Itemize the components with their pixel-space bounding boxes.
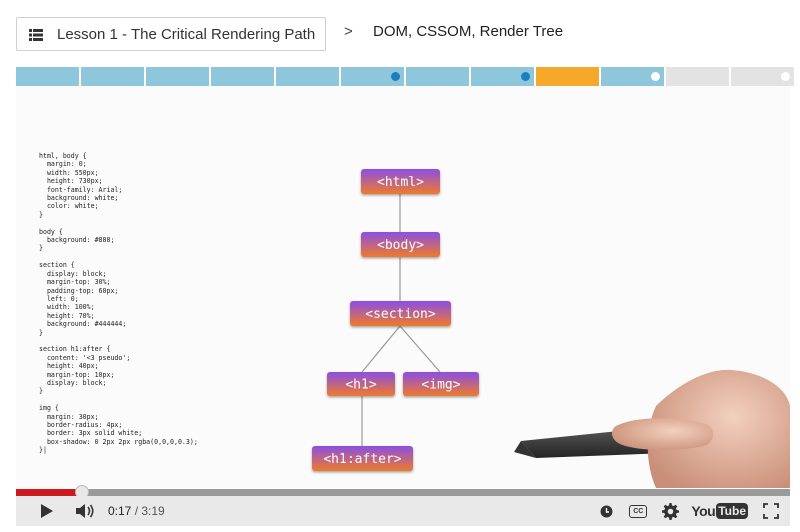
- lesson-segment[interactable]: [81, 67, 144, 86]
- lesson-segment[interactable]: [601, 67, 664, 86]
- volume-button[interactable]: [72, 496, 98, 526]
- youtube-logo[interactable]: You Tube: [691, 496, 748, 526]
- lesson-segment[interactable]: [341, 67, 404, 86]
- captions-icon: CC: [629, 504, 648, 518]
- lesson-label: Lesson 1 - The Critical Rendering Path: [57, 25, 316, 43]
- lesson-segment[interactable]: [731, 67, 794, 86]
- duration: 3:19: [141, 504, 165, 518]
- lesson-segment[interactable]: [406, 67, 469, 86]
- lesson-menu-button[interactable]: Lesson 1 - The Critical Rendering Path: [16, 17, 326, 51]
- incomplete-marker-icon: [781, 72, 790, 81]
- video-seek-bar[interactable]: [16, 485, 790, 499]
- lesson-segment[interactable]: [536, 67, 599, 86]
- play-button[interactable]: [34, 496, 60, 526]
- youtube-logo-you: You: [691, 503, 716, 519]
- lesson-progress-bar: [16, 67, 800, 86]
- quiz-marker-icon: [521, 72, 530, 81]
- settings-icon: [661, 502, 679, 520]
- time-separator: /: [131, 504, 142, 518]
- current-time: 0:17: [108, 504, 132, 518]
- play-icon: [41, 504, 53, 518]
- volume-icon: [76, 504, 94, 518]
- player-controls: 0:17 / 3:19 CC You Tube: [16, 496, 790, 526]
- lesson-segment[interactable]: [211, 67, 274, 86]
- page-title: DOM, CSSOM, Render Tree: [373, 23, 564, 40]
- settings-button[interactable]: [657, 496, 683, 526]
- watch-later-icon: [600, 505, 613, 517]
- seek-bar-played: [16, 489, 82, 496]
- lesson-segment[interactable]: [666, 67, 729, 86]
- lesson-segment[interactable]: [16, 67, 79, 86]
- lesson-segment[interactable]: [471, 67, 534, 86]
- fullscreen-button[interactable]: [758, 496, 784, 526]
- lesson-segment[interactable]: [276, 67, 339, 86]
- captions-button[interactable]: CC: [623, 496, 653, 526]
- quiz-marker-icon: [391, 72, 400, 81]
- video-frame[interactable]: html, body { margin: 0; width: 550px; he…: [16, 86, 790, 488]
- list-icon: [29, 28, 43, 41]
- lesson-segment[interactable]: [146, 67, 209, 86]
- incomplete-marker-icon: [651, 72, 660, 81]
- youtube-logo-tube: Tube: [716, 503, 748, 519]
- fullscreen-icon: [763, 503, 779, 519]
- breadcrumb-separator: >: [344, 23, 353, 40]
- time-display: 0:17 / 3:19: [108, 504, 165, 518]
- watch-later-button[interactable]: [595, 496, 617, 526]
- presenter-hand-image: [514, 369, 790, 488]
